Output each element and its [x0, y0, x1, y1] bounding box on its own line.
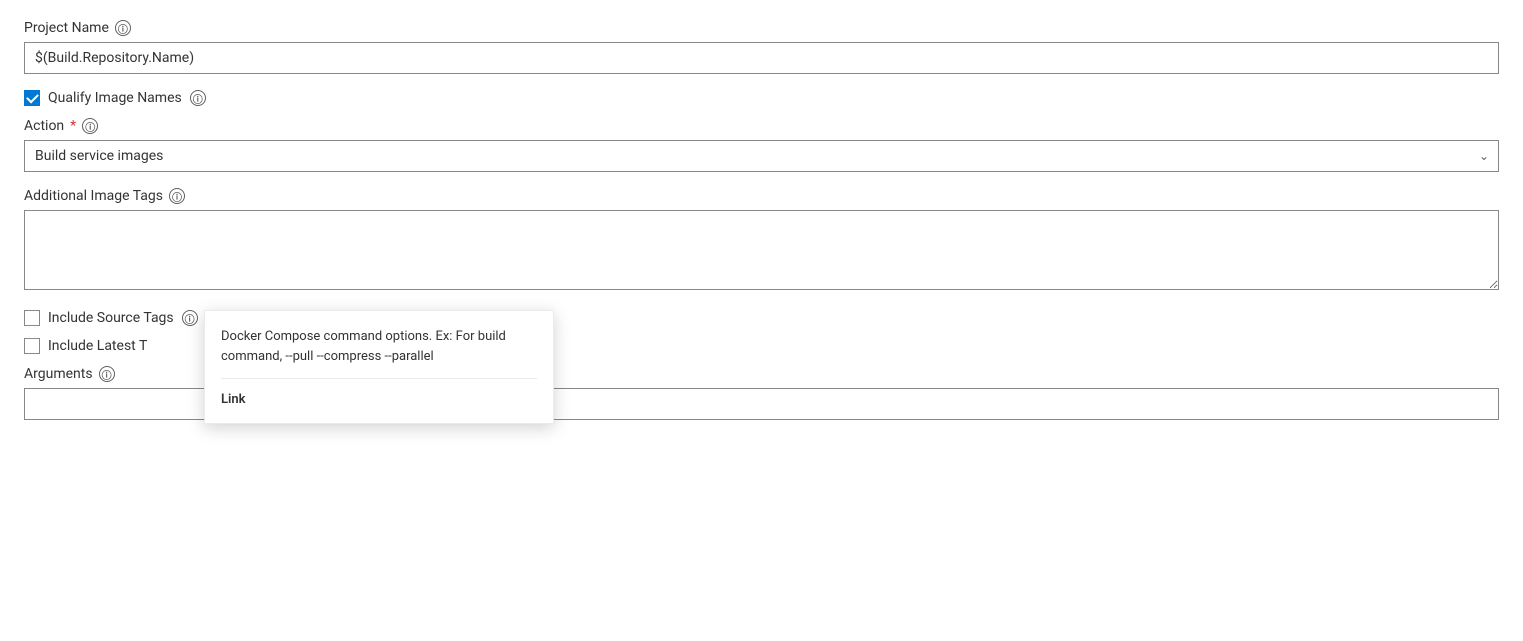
project-name-text: Project Name — [24, 20, 109, 36]
action-group: Action * ⓘ Build service images Push ser… — [24, 118, 1499, 172]
action-select-wrapper: Build service images Push service images… — [24, 140, 1499, 172]
project-name-group: Project Name ⓘ — [24, 20, 1499, 74]
project-name-info-icon[interactable]: ⓘ — [115, 20, 131, 36]
additional-image-tags-input[interactable] — [24, 210, 1499, 290]
action-select[interactable]: Build service images Push service images… — [24, 140, 1499, 172]
tooltip-text: Docker Compose command options. Ex: For … — [221, 327, 537, 366]
action-label: Action * ⓘ — [24, 118, 1499, 134]
additional-image-tags-text: Additional Image Tags — [24, 188, 163, 204]
tooltip-separator — [221, 378, 537, 379]
qualify-image-names-row: Qualify Image Names ⓘ — [24, 90, 1499, 106]
additional-image-tags-group: Additional Image Tags ⓘ — [24, 188, 1499, 294]
arguments-label-text: Arguments — [24, 366, 93, 382]
include-source-tags-info-icon[interactable]: ⓘ — [182, 310, 198, 326]
project-name-input[interactable] — [24, 42, 1499, 74]
additional-image-tags-info-icon[interactable]: ⓘ — [169, 188, 185, 204]
action-text: Action — [24, 118, 64, 134]
additional-image-tags-label: Additional Image Tags ⓘ — [24, 188, 1499, 204]
arguments-info-icon[interactable]: ⓘ — [99, 366, 115, 382]
include-source-tags-checkbox[interactable] — [24, 310, 40, 326]
qualify-image-names-checkbox[interactable] — [24, 90, 40, 106]
action-required-marker: * — [70, 118, 76, 134]
project-name-label: Project Name ⓘ — [24, 20, 1499, 36]
include-source-tags-label: Include Source Tags — [48, 310, 174, 326]
include-latest-tag-checkbox[interactable] — [24, 338, 40, 354]
qualify-image-names-label: Qualify Image Names — [48, 90, 182, 106]
include-latest-tag-row: Include Latest T Docker Compose command … — [24, 338, 1499, 354]
tooltip-popup: Docker Compose command options. Ex: For … — [204, 310, 554, 424]
include-latest-tag-label: Include Latest T — [48, 338, 147, 354]
tooltip-link[interactable]: Link — [221, 392, 246, 407]
qualify-image-names-info-icon[interactable]: ⓘ — [190, 90, 206, 106]
bottom-section: Include Source Tags ⓘ Include Latest T D… — [24, 310, 1499, 420]
action-info-icon[interactable]: ⓘ — [82, 118, 98, 134]
